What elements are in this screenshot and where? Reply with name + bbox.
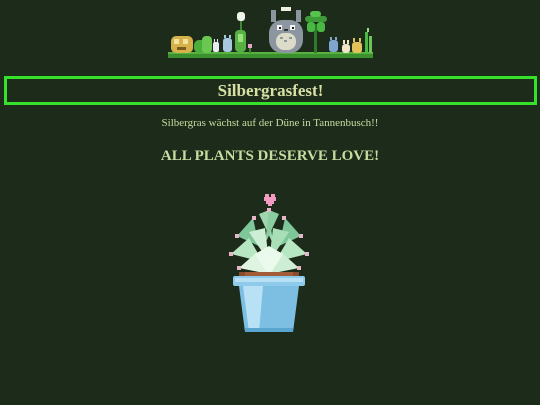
page-slogan: ALL PLANTS DESERVE LOVE! xyxy=(160,148,380,164)
small-white-totoro-icon xyxy=(213,39,219,52)
page-subtitle: Silbergras wächst auf der Düne in Tannen… xyxy=(161,117,379,129)
yellow-creature-icon xyxy=(352,38,362,53)
catbus-icon xyxy=(171,36,193,53)
succulent-pot-image xyxy=(229,194,309,332)
palm-plant-icon xyxy=(305,11,327,53)
bunny-icon xyxy=(342,40,350,53)
plants-banner-image xyxy=(168,7,373,58)
heart-icon xyxy=(264,194,276,206)
title-banner: Silbergrasfest! xyxy=(4,76,537,105)
tall-flower-icon xyxy=(235,12,246,52)
small-blue-totoro-icon xyxy=(223,35,232,52)
blue-totoro-icon xyxy=(329,37,338,52)
totoro-icon xyxy=(269,7,303,53)
pot-icon xyxy=(233,276,305,332)
succulent-icon xyxy=(229,208,309,276)
page-title: Silbergrasfest! xyxy=(217,81,324,100)
